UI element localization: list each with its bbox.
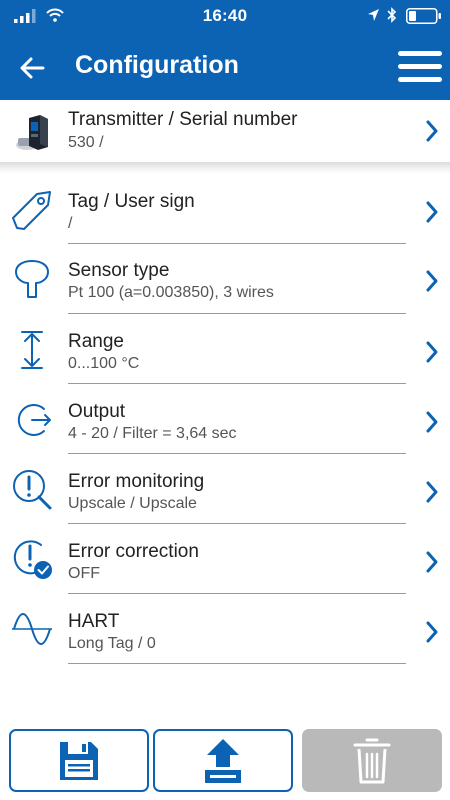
row-title: Tag / User sign: [68, 191, 195, 212]
row-value: 4 - 20 / Filter = 3,64 sec: [68, 425, 237, 442]
app-header: Configuration: [0, 34, 450, 100]
row-value: Upscale / Upscale: [68, 495, 197, 512]
chevron-right-icon: [426, 481, 438, 503]
row-tag-user-sign[interactable]: Tag / User sign /: [0, 174, 450, 244]
row-hart[interactable]: HART Long Tag / 0: [0, 594, 450, 664]
row-range[interactable]: Range 0...100 °C: [0, 314, 450, 384]
save-button[interactable]: [9, 729, 149, 792]
row-title: Error monitoring: [68, 471, 205, 492]
output-icon: [17, 404, 51, 436]
row-title: HART: [68, 611, 120, 632]
row-divider: [68, 663, 406, 664]
row-output[interactable]: Output 4 - 20 / Filter = 3,64 sec: [0, 384, 450, 454]
transmitter-row[interactable]: Transmitter / Serial number 530 /: [0, 100, 450, 162]
chevron-right-icon: [426, 551, 438, 573]
app-screen: 16:40 Configuration Transmitter / Serial…: [0, 0, 450, 800]
battery-icon: [406, 8, 441, 24]
back-arrow-icon[interactable]: [16, 52, 48, 84]
chevron-right-icon: [426, 120, 438, 142]
row-title: Sensor type: [68, 260, 170, 281]
tag-icon: [12, 191, 51, 230]
row-value: 0...100 °C: [68, 355, 140, 372]
row-value: OFF: [68, 565, 100, 582]
status-time: 16:40: [202, 6, 248, 25]
row-value: Pt 100 (a=0.003850), 3 wires: [68, 284, 274, 301]
trash-icon: [353, 738, 391, 783]
sensor-icon: [15, 260, 49, 298]
row-value: Long Tag / 0: [68, 635, 156, 652]
chevron-right-icon: [426, 270, 438, 292]
chevron-right-icon: [426, 201, 438, 223]
chevron-right-icon: [426, 411, 438, 433]
transmitter-value: 530 /: [68, 134, 104, 151]
location-arrow-icon: [368, 9, 379, 21]
transmitter-device-icon: [16, 115, 48, 150]
row-title: Range: [68, 331, 124, 352]
range-icon: [21, 331, 43, 369]
transmitter-title: Transmitter / Serial number: [68, 109, 298, 130]
row-error-correction[interactable]: Error correction OFF: [0, 524, 450, 594]
section-shadow: [0, 162, 450, 174]
hart-icon: [12, 613, 52, 645]
row-title: Output: [68, 401, 126, 422]
row-title: Error correction: [68, 541, 199, 562]
chevron-right-icon: [426, 341, 438, 363]
chevron-right-icon: [426, 621, 438, 643]
error-monitoring-icon: [13, 470, 52, 510]
row-sensor-type[interactable]: Sensor type Pt 100 (a=0.003850), 3 wires: [0, 244, 450, 314]
row-value: /: [68, 215, 73, 232]
row-error-monitoring[interactable]: Error monitoring Upscale / Upscale: [0, 454, 450, 524]
upload-icon: [205, 738, 241, 783]
upload-button[interactable]: [153, 729, 293, 792]
page-title: Configuration: [75, 51, 239, 79]
error-correction-icon: [13, 540, 52, 579]
hamburger-menu-icon[interactable]: [398, 49, 442, 85]
status-bar: 16:40: [0, 0, 450, 34]
floppy-disk-icon: [60, 741, 98, 780]
bluetooth-icon: [387, 7, 397, 23]
delete-button[interactable]: [302, 729, 442, 792]
